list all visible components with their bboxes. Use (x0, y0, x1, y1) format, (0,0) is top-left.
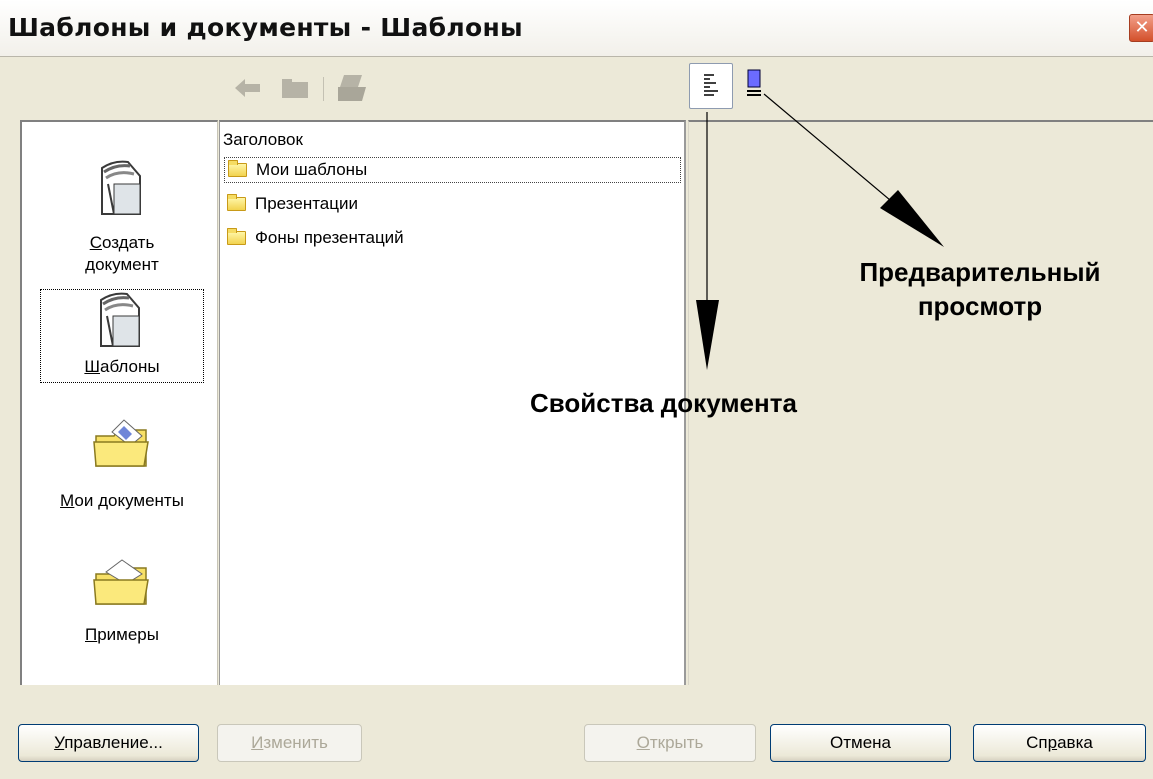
templates-icon (100, 292, 140, 347)
folder-icon (227, 194, 246, 211)
samples-folder-icon[interactable] (92, 556, 152, 608)
properties-annotation: Свойства документа (530, 388, 797, 418)
folder-up-icon[interactable] (282, 79, 308, 98)
category-samples-mnemonic: П (85, 625, 98, 644)
list-item-label: Фоны презентаций (255, 228, 404, 247)
folder-icon (228, 160, 247, 177)
category-my-documents-mnemonic: М (60, 491, 75, 510)
document-properties-toggle[interactable] (689, 63, 733, 109)
manage-button-label: правление... (64, 733, 163, 752)
category-templates-label: Шаблоны (41, 357, 203, 377)
preview-annotation: Предварительный просмотр (820, 255, 1140, 323)
cancel-button[interactable]: Отмена (770, 724, 951, 762)
toolbar (7, 57, 1153, 118)
list-item-label: Мои шаблоны (256, 160, 368, 179)
preview-annotation-line2: просмотр (917, 291, 1043, 321)
category-create-document[interactable]: Создать документ (38, 232, 206, 276)
open-button-mnemonic: О (636, 733, 650, 752)
list-item[interactable]: Презентации (224, 191, 358, 217)
edit-button-label: зменить (263, 733, 328, 752)
category-samples-label: римеры (97, 625, 159, 644)
category-create-label: оздать (101, 233, 155, 252)
category-samples[interactable]: Примеры (38, 624, 206, 646)
category-my-documents-label: ои документы (74, 491, 184, 510)
window-title: Шаблоны и документы - Шаблоны (8, 13, 523, 42)
print-icon[interactable] (338, 75, 368, 101)
my-documents-folder-icon[interactable] (92, 418, 152, 470)
edit-button[interactable]: Изменить (217, 724, 362, 762)
edit-button-mnemonic: И (251, 733, 264, 752)
templates-dialog: Шаблоны и документы - Шаблоны ✕ Создать … (0, 0, 1153, 779)
category-my-documents[interactable]: Мои документы (38, 490, 206, 512)
help-button-label-pre: Сп (1026, 733, 1048, 752)
help-button-label-post: авка (1057, 733, 1093, 752)
category-templates-label-rest: аблоны (99, 357, 160, 376)
list-item-label: Презентации (255, 194, 358, 213)
list-item[interactable]: Мои шаблоны (224, 157, 681, 183)
manage-button-mnemonic: У (54, 733, 65, 752)
back-arrow-icon[interactable] (235, 79, 261, 97)
category-templates-mnemonic: Ш (84, 357, 100, 376)
help-button[interactable]: Справка (973, 724, 1146, 762)
category-templates-selected[interactable]: Шаблоны (40, 289, 204, 383)
open-button-label: ткрыть (649, 733, 704, 752)
category-create-label-line2: документ (85, 255, 159, 274)
create-document-icon[interactable] (94, 158, 150, 216)
toolbar-separator (323, 77, 324, 101)
list-column-header[interactable]: Заголовок (223, 130, 303, 150)
category-create-mnemonic: С (89, 233, 102, 252)
title-bar: Шаблоны и документы - Шаблоны ✕ (0, 0, 1153, 57)
open-button[interactable]: Открыть (584, 724, 756, 762)
category-panel: Создать документ Шаблоны Мои документы П… (20, 120, 218, 685)
close-button[interactable]: ✕ (1129, 14, 1153, 42)
preview-icon[interactable] (744, 66, 766, 106)
list-item[interactable]: Фоны презентаций (224, 225, 404, 251)
folder-icon (227, 228, 246, 245)
manage-button[interactable]: Управление... (18, 724, 199, 762)
help-button-mnemonic: р (1047, 733, 1058, 752)
preview-annotation-line1: Предварительный (859, 257, 1101, 287)
document-properties-icon (704, 74, 718, 96)
